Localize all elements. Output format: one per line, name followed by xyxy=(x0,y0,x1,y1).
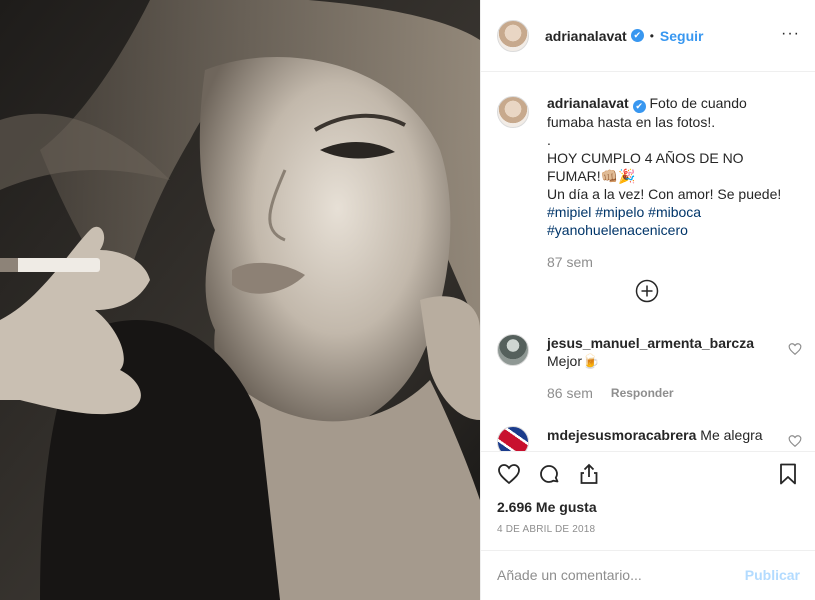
caption-username[interactable]: adrianalavat xyxy=(547,95,629,111)
likes-count[interactable]: 2.696 Me gusta xyxy=(497,499,597,515)
more-options-icon[interactable]: ··· xyxy=(781,26,800,42)
caption-author-avatar[interactable] xyxy=(497,96,529,128)
like-heart-icon[interactable] xyxy=(497,462,521,486)
caption-text: adrianalavat ✔ Foto de cuando fumaba has… xyxy=(547,94,787,271)
load-more-comments-icon[interactable] xyxy=(635,279,659,303)
add-comment-bar: Añade un comentario... Publicar xyxy=(481,550,815,600)
save-bookmark-icon[interactable] xyxy=(776,462,800,486)
comment-item: mdejesusmoracabrera Me alegra xyxy=(497,426,802,451)
comment-body: mdejesusmoracabrera Me alegra xyxy=(547,426,787,451)
post-modal: adrianalavat ✔ • Seguir ··· adrianalavat… xyxy=(0,0,815,600)
post-actions: 2.696 Me gusta 4 DE ABRIL DE 2018 xyxy=(481,451,815,550)
verified-badge-icon: ✔ xyxy=(632,100,646,113)
caption-hashtags-1[interactable]: #mipiel #mipelo #miboca xyxy=(547,203,787,221)
caption-line-4: Un día a la vez! Con amor! Se puede! xyxy=(547,186,782,202)
portrait-photo-illustration xyxy=(0,0,480,600)
reply-button[interactable]: Responder xyxy=(611,384,674,402)
post-header: adrianalavat ✔ • Seguir ··· xyxy=(481,0,815,72)
caption-line-3: HOY CUMPLO 4 AÑOS DE NO FUMAR!👊🏼🎉 xyxy=(547,150,744,184)
follow-button[interactable]: Seguir xyxy=(660,28,704,44)
commenter-avatar[interactable] xyxy=(497,334,529,366)
comment-text: Mejor🍺 xyxy=(547,353,600,369)
comments-scroll-area[interactable]: adrianalavat ✔ Foto de cuando fumaba has… xyxy=(481,72,815,451)
comment-like-icon[interactable] xyxy=(788,342,802,356)
caption-timestamp[interactable]: 87 sem xyxy=(547,253,787,271)
author-avatar[interactable] xyxy=(497,19,529,52)
separator-dot: • xyxy=(649,28,654,43)
caption-block: adrianalavat ✔ Foto de cuando fumaba has… xyxy=(497,94,802,271)
caption-line-2: . xyxy=(547,132,551,148)
comment-item: jesus_manuel_armenta_barcza Mejor🍺 86 se… xyxy=(497,334,802,402)
comment-text: Me alegra xyxy=(696,427,763,443)
post-sidebar: adrianalavat ✔ • Seguir ··· adrianalavat… xyxy=(480,0,815,600)
post-photo[interactable] xyxy=(0,0,480,600)
comment-bubble-icon[interactable] xyxy=(537,462,561,486)
share-icon[interactable] xyxy=(577,462,601,486)
verified-badge-icon: ✔ xyxy=(630,29,644,42)
author-username[interactable]: adrianalavat xyxy=(545,28,627,44)
caption-hashtags-2[interactable]: #yanohuelenacenicero xyxy=(547,221,787,239)
publish-comment-button[interactable]: Publicar xyxy=(745,567,800,583)
comment-timestamp[interactable]: 86 sem xyxy=(547,384,593,402)
commenter-avatar[interactable] xyxy=(497,426,529,451)
comment-input[interactable]: Añade un comentario... xyxy=(497,567,717,583)
comment-body: jesus_manuel_armenta_barcza Mejor🍺 86 se… xyxy=(547,334,767,402)
post-date[interactable]: 4 DE ABRIL DE 2018 xyxy=(497,524,595,535)
commenter-username[interactable]: mdejesusmoracabrera xyxy=(547,427,696,443)
commenter-username[interactable]: jesus_manuel_armenta_barcza xyxy=(547,335,754,351)
comment-meta: 86 sem Responder xyxy=(547,384,767,402)
comment-like-icon[interactable] xyxy=(788,434,802,448)
